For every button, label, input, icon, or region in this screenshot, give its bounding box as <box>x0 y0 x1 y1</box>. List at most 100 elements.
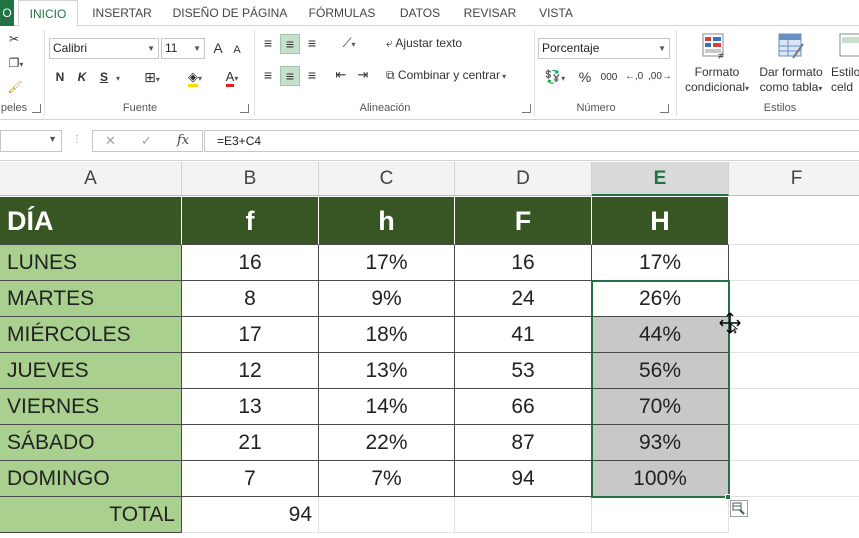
fill-color-icon[interactable]: ◈▾ <box>180 68 210 88</box>
alignment-launcher-icon[interactable] <box>522 104 531 113</box>
clipboard-launcher-icon[interactable] <box>32 104 41 113</box>
decrease-indent-icon[interactable]: ⇤ <box>332 66 350 86</box>
cell-cum-h-selected[interactable]: 70% <box>592 389 729 425</box>
cell-cum-f[interactable]: 94 <box>455 461 592 497</box>
column-header-c[interactable]: C <box>319 162 455 196</box>
tab-file[interactable]: O <box>0 0 14 26</box>
format-painter-icon[interactable]: 🖌 <box>6 78 24 98</box>
cell-cum-h-active[interactable]: 26% <box>592 281 729 317</box>
font-launcher-icon[interactable] <box>240 104 249 113</box>
number-launcher-icon[interactable] <box>660 104 669 113</box>
day-cell[interactable]: VIERNES <box>0 389 182 425</box>
empty-cell[interactable] <box>319 497 455 533</box>
align-right-icon[interactable]: ≡ <box>304 66 320 86</box>
insert-function-icon[interactable]: fx <box>177 133 189 148</box>
tab-datos[interactable]: DATOS <box>392 0 448 26</box>
increase-indent-icon[interactable]: ⇥ <box>354 66 372 86</box>
align-bottom-icon[interactable]: ≡ <box>304 34 320 54</box>
column-header-b[interactable]: B <box>182 162 319 196</box>
column-header-a[interactable]: A <box>0 162 182 196</box>
total-value-cell[interactable]: 94 <box>182 497 319 533</box>
borders-icon[interactable]: ⊞▾ <box>138 68 166 88</box>
comma-style-button[interactable]: 000 <box>598 69 620 89</box>
day-cell[interactable]: MARTES <box>0 281 182 317</box>
italic-button[interactable]: K <box>74 68 90 88</box>
cell-cum-f[interactable]: 53 <box>455 353 592 389</box>
format-as-table-button[interactable]: Dar formato como tabla▾ <box>754 65 828 99</box>
header-cell-dia[interactable]: DÍA <box>0 197 182 245</box>
total-label-cell[interactable]: TOTAL <box>0 497 182 533</box>
accounting-format-icon[interactable]: 💱▾ <box>540 68 570 88</box>
column-header-d[interactable]: D <box>455 162 592 196</box>
day-cell[interactable]: LUNES <box>0 245 182 281</box>
tab-formulas[interactable]: FÓRMULAS <box>300 0 384 26</box>
cell-h[interactable]: 17% <box>319 245 455 281</box>
cell-cum-f[interactable]: 66 <box>455 389 592 425</box>
cell-h[interactable]: 13% <box>319 353 455 389</box>
percent-style-button[interactable]: % <box>576 68 594 88</box>
cell-f[interactable]: 7 <box>182 461 319 497</box>
cell-cum-h-selected[interactable]: 93% <box>592 425 729 461</box>
cell-cum-f[interactable]: 24 <box>455 281 592 317</box>
cell-h[interactable]: 9% <box>319 281 455 317</box>
font-color-button[interactable]: A▾ <box>218 68 246 88</box>
wrap-text-button[interactable]: ⤶ Ajustar texto <box>386 34 478 54</box>
font-size-select[interactable]: 11 ▼ <box>161 38 205 59</box>
cell-f[interactable]: 8 <box>182 281 319 317</box>
empty-cell[interactable] <box>455 497 592 533</box>
cell-h[interactable]: 22% <box>319 425 455 461</box>
header-cell-h-lower[interactable]: h <box>319 197 455 245</box>
day-cell[interactable]: DOMINGO <box>0 461 182 497</box>
tab-inicio[interactable]: INICIO <box>18 0 78 27</box>
copy-icon[interactable]: ❐▾ <box>4 54 28 74</box>
tab-revisar[interactable]: REVISAR <box>456 0 524 26</box>
cell-h[interactable]: 18% <box>319 317 455 353</box>
header-cell-f-upper[interactable]: F <box>455 197 592 245</box>
name-box[interactable]: ▼ <box>0 130 62 152</box>
day-cell[interactable]: SÁBADO <box>0 425 182 461</box>
cell-f[interactable]: 17 <box>182 317 319 353</box>
align-middle-icon[interactable]: ≡ <box>280 34 300 54</box>
cancel-icon[interactable]: ✕ <box>105 133 116 149</box>
align-top-icon[interactable]: ≡ <box>260 34 276 54</box>
shrink-font-button[interactable]: A <box>230 41 244 61</box>
align-center-icon[interactable]: ≡ <box>280 66 300 86</box>
grow-font-button[interactable]: A <box>210 39 226 59</box>
header-cell-h-upper[interactable]: H <box>592 197 729 245</box>
cell-cum-f[interactable]: 87 <box>455 425 592 461</box>
cell-cum-f[interactable]: 16 <box>455 245 592 281</box>
cell-cum-f[interactable]: 41 <box>455 317 592 353</box>
empty-cell[interactable] <box>592 497 729 533</box>
chevron-down-icon[interactable]: ▾ <box>114 70 122 90</box>
tab-insertar[interactable]: INSERTAR <box>84 0 160 26</box>
tab-diseno-pagina[interactable]: DISEÑO DE PÁGINA <box>168 0 292 26</box>
header-cell-f-lower[interactable]: f <box>182 197 319 245</box>
cell-styles-button[interactable]: Estilos celd <box>828 65 859 99</box>
decrease-decimal-icon[interactable]: ,00→ <box>648 68 672 88</box>
day-cell[interactable]: JUEVES <box>0 353 182 389</box>
column-header-f[interactable]: F <box>729 162 859 196</box>
column-header-e[interactable]: E <box>592 162 729 196</box>
day-cell[interactable]: MIÉRCOLES <box>0 317 182 353</box>
cell-cum-h-selected[interactable]: 100% <box>592 461 729 497</box>
enter-icon[interactable]: ✓ <box>141 133 152 149</box>
cell-f[interactable]: 13 <box>182 389 319 425</box>
underline-button[interactable]: S <box>96 68 112 88</box>
font-name-select[interactable]: Calibri ▼ <box>49 38 159 59</box>
tab-vista[interactable]: VISTA <box>530 0 582 26</box>
cell-h[interactable]: 7% <box>319 461 455 497</box>
increase-decimal-icon[interactable]: ←,0 <box>624 68 644 88</box>
number-format-select[interactable]: Porcentaje ▼ <box>538 38 670 59</box>
cell-f[interactable]: 16 <box>182 245 319 281</box>
cell-f[interactable]: 12 <box>182 353 319 389</box>
conditional-format-button[interactable]: Formato condicional▾ <box>680 65 754 99</box>
cell-cum-h-selected[interactable]: 44% <box>592 317 729 353</box>
align-left-icon[interactable]: ≡ <box>260 66 276 86</box>
merge-center-button[interactable]: ⧉ Combinar y centrar ▾ <box>386 66 526 86</box>
cell-h[interactable]: 14% <box>319 389 455 425</box>
resize-dots-icon[interactable]: ⋮ <box>72 134 82 145</box>
cell-f[interactable]: 21 <box>182 425 319 461</box>
cell-cum-h-selected[interactable]: 56% <box>592 353 729 389</box>
bold-button[interactable]: N <box>52 68 68 88</box>
formula-input[interactable]: =E3+C4 <box>204 130 859 152</box>
